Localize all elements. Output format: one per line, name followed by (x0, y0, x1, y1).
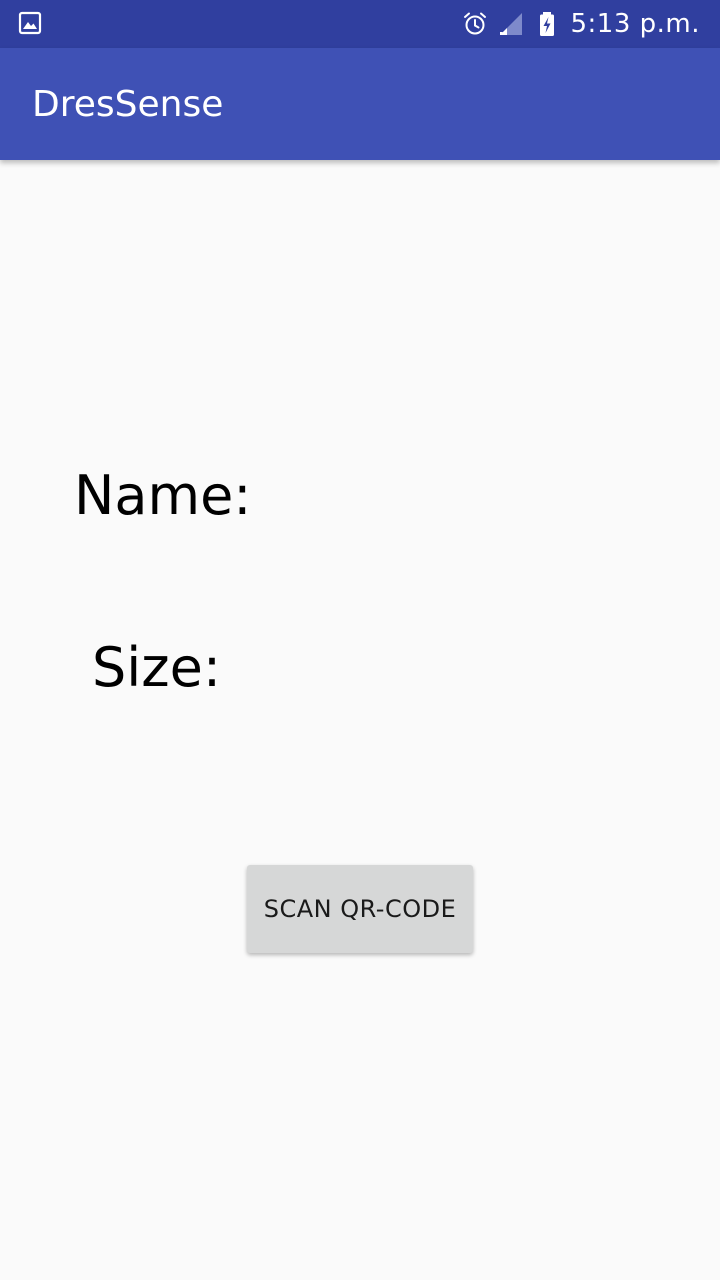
status-bar: 5:13 p.m. (0, 0, 720, 48)
signal-icon (500, 13, 523, 35)
battery-charging-icon (540, 12, 555, 36)
status-time: 5:13 p.m. (570, 9, 700, 39)
main-content: Name: Size: SCAN QR-CODE (0, 160, 720, 1280)
alarm-icon (464, 12, 487, 35)
app-title: DresSense (32, 84, 224, 125)
name-label: Name: (74, 464, 252, 527)
app-bar: DresSense (0, 48, 720, 160)
size-label: Size: (92, 636, 222, 699)
app-screen: 5:13 p.m. DresSense Name: Size: SCAN QR-… (0, 0, 720, 1280)
status-icons: 5:13 p.m. (462, 6, 700, 42)
scan-qr-code-button[interactable]: SCAN QR-CODE (247, 865, 473, 953)
gallery-notification-icon (18, 11, 42, 35)
